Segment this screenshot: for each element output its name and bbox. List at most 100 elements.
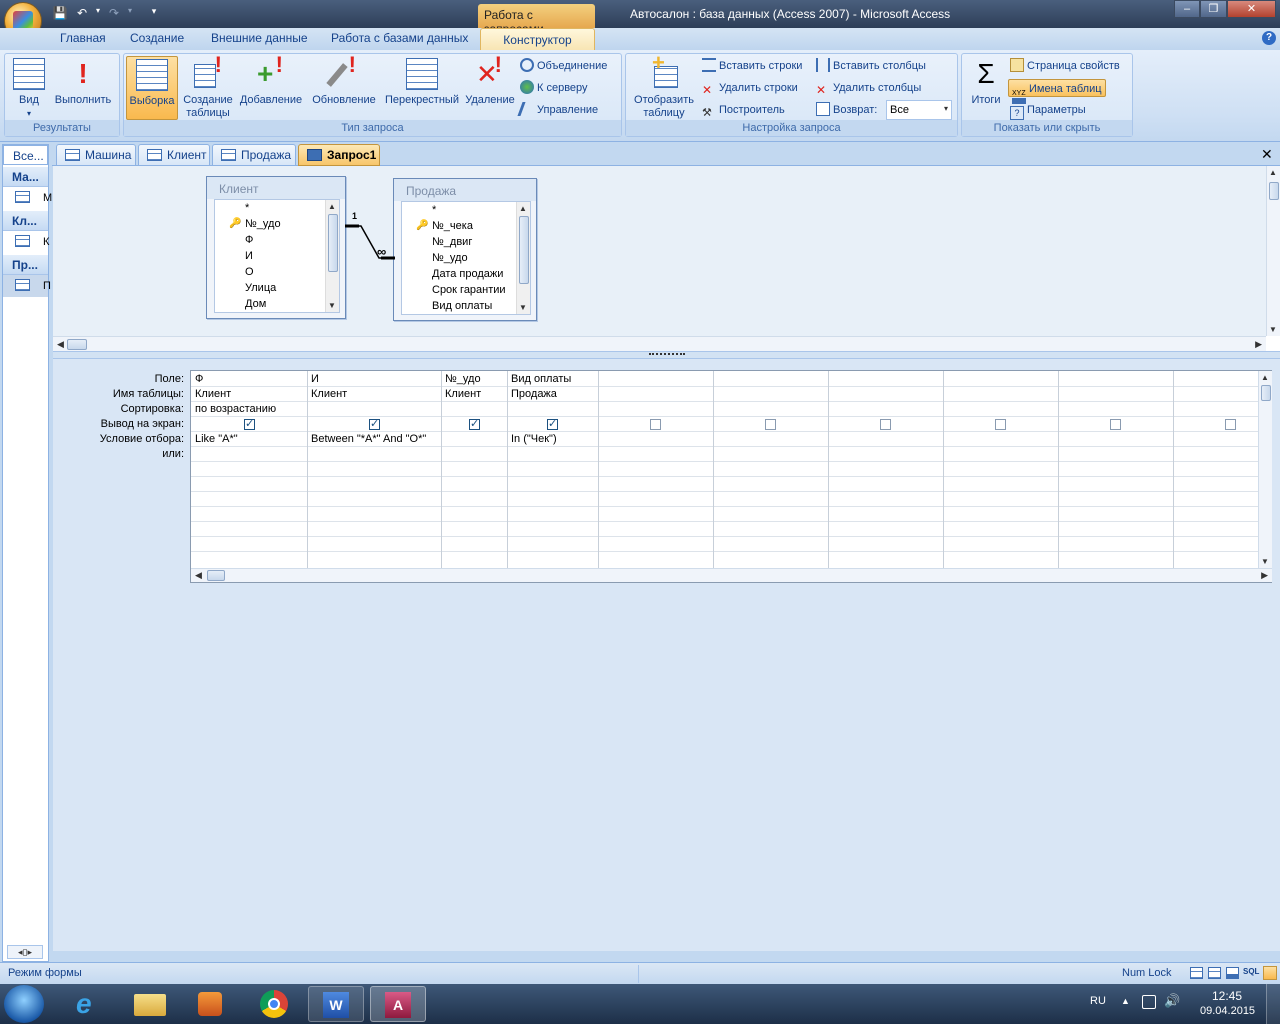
scroll-up-icon[interactable]: ▲ bbox=[1261, 373, 1269, 382]
cell-sort[interactable]: по возрастанию bbox=[192, 402, 307, 417]
cell-table[interactable]: Продажа bbox=[508, 387, 598, 402]
datasheet-view-icon[interactable] bbox=[1190, 967, 1203, 979]
field-item[interactable]: Срок гарантии bbox=[402, 282, 530, 298]
property-sheet-button[interactable]: Страница свойств bbox=[1010, 57, 1120, 75]
field-item[interactable]: Дата продажи bbox=[402, 266, 530, 282]
return-dropdown[interactable]: Все ▾ bbox=[886, 100, 952, 120]
show-checkbox[interactable] bbox=[995, 419, 1006, 430]
tab-database-tools[interactable]: Работа с базами данных bbox=[331, 31, 468, 45]
cell-sort[interactable] bbox=[308, 402, 441, 417]
tab-home[interactable]: Главная bbox=[60, 31, 106, 45]
nav-pane-scrollbar[interactable]: ◂▯▸ bbox=[7, 945, 43, 959]
nav-item-cars[interactable]: М bbox=[3, 187, 52, 209]
scroll-down-icon[interactable]: ▼ bbox=[519, 303, 527, 312]
save-icon[interactable]: 💾 bbox=[52, 6, 68, 22]
start-button-icon[interactable] bbox=[4, 985, 44, 1023]
scroll-thumb[interactable] bbox=[207, 570, 225, 581]
explorer-folder-icon[interactable] bbox=[122, 986, 178, 1022]
nav-item-clients[interactable]: К bbox=[3, 231, 49, 253]
scroll-up-icon[interactable]: ▲ bbox=[328, 202, 336, 211]
cell-field[interactable]: Ф bbox=[192, 372, 307, 387]
tab-external-data[interactable]: Внешние данные bbox=[211, 31, 308, 45]
cell-criteria[interactable] bbox=[442, 432, 507, 447]
chrome-icon[interactable] bbox=[246, 986, 302, 1022]
restore-button[interactable]: ❐ bbox=[1200, 0, 1227, 18]
redo-dropdown-icon[interactable]: ▾ bbox=[122, 6, 138, 22]
table-names-button[interactable]: XYZ Имена таблиц bbox=[1008, 79, 1106, 104]
scroll-down-icon[interactable]: ▼ bbox=[1269, 325, 1277, 334]
pane-splitter[interactable] bbox=[53, 351, 1280, 359]
doc-tab-cars[interactable]: Машина bbox=[56, 144, 136, 166]
word-icon[interactable]: W bbox=[308, 986, 364, 1022]
pivot-table-icon[interactable] bbox=[1208, 967, 1221, 979]
cell-table[interactable]: Клиент bbox=[308, 387, 441, 402]
qbe-grid[interactable]: Ф Клиент по возрастанию Like "A*" И Клие… bbox=[190, 370, 1272, 583]
table-pane-vscrollbar[interactable]: ▲ ▼ bbox=[1266, 166, 1280, 336]
tray-expand-icon[interactable]: ▲ bbox=[1121, 996, 1130, 1006]
undo-icon[interactable]: ↶ bbox=[74, 6, 90, 22]
parameters-button[interactable]: ? Параметры bbox=[1010, 101, 1086, 120]
volume-icon[interactable]: 🔊 bbox=[1164, 993, 1180, 1009]
customize-qat-icon[interactable]: ▾ bbox=[146, 6, 162, 22]
minimize-button[interactable]: – bbox=[1174, 0, 1200, 18]
design-view-icon[interactable] bbox=[1263, 966, 1277, 980]
cell-criteria[interactable]: Like "A*" bbox=[192, 432, 307, 447]
scroll-left-icon[interactable]: ◀ bbox=[195, 570, 202, 581]
tab-create[interactable]: Создание bbox=[130, 31, 184, 45]
nav-group-sales[interactable]: Пр... bbox=[3, 255, 48, 275]
cell-field[interactable]: Вид оплаты bbox=[508, 372, 598, 387]
clock-time[interactable]: 12:45 bbox=[1212, 989, 1242, 1003]
tab-design[interactable]: Конструктор bbox=[480, 28, 595, 52]
action-center-icon[interactable] bbox=[1142, 995, 1156, 1009]
field-item[interactable]: О bbox=[215, 264, 339, 280]
redo-icon[interactable]: ↷ bbox=[106, 6, 122, 22]
show-checkbox[interactable] bbox=[469, 417, 480, 430]
cell-criteria[interactable]: In ("Чек") bbox=[508, 432, 598, 447]
show-checkbox[interactable] bbox=[650, 419, 661, 430]
nav-group-cars[interactable]: Ма... bbox=[3, 167, 48, 187]
scroll-thumb[interactable] bbox=[328, 214, 338, 272]
field-list-scrollbar[interactable]: ▲ ▼ bbox=[325, 200, 339, 312]
field-item[interactable]: №_удо bbox=[402, 250, 530, 266]
show-checkbox[interactable] bbox=[880, 419, 891, 430]
cell-table[interactable]: Клиент bbox=[442, 387, 507, 402]
scroll-down-icon[interactable]: ▼ bbox=[1261, 557, 1269, 566]
field-item-key[interactable]: 🔑 №_удо bbox=[215, 216, 339, 232]
close-window-button[interactable]: ✕ bbox=[1227, 0, 1276, 18]
scroll-thumb[interactable] bbox=[519, 216, 529, 284]
field-item[interactable]: * bbox=[215, 200, 339, 216]
scroll-up-icon[interactable]: ▲ bbox=[1269, 168, 1277, 177]
field-item[interactable]: * bbox=[402, 202, 530, 218]
scroll-down-icon[interactable]: ▼ bbox=[328, 301, 336, 310]
delete-columns-button[interactable]: ✕ Удалить столбцы bbox=[816, 79, 921, 97]
table-pane-hscrollbar[interactable]: ◀ ▶ bbox=[53, 336, 1266, 351]
pivot-chart-icon[interactable] bbox=[1226, 967, 1239, 979]
doc-tab-sales[interactable]: Продажа bbox=[212, 144, 296, 166]
field-item[interactable]: Вид оплаты bbox=[402, 298, 530, 314]
field-list-clients[interactable]: Клиент * 🔑 №_удо Ф И О Улица Дом ▲ ▼ bbox=[206, 176, 346, 319]
field-item[interactable]: №_двиг bbox=[402, 234, 530, 250]
pass-through-button[interactable]: К серверу bbox=[520, 79, 588, 97]
doc-tab-query1[interactable]: Запрос1 bbox=[298, 144, 380, 166]
data-definition-button[interactable]: Управление bbox=[517, 101, 598, 119]
field-item[interactable]: Дом bbox=[215, 296, 339, 312]
scroll-up-icon[interactable]: ▲ bbox=[519, 204, 527, 213]
field-item[interactable]: Ф bbox=[215, 232, 339, 248]
update-query-button[interactable]: ! Обновление bbox=[308, 54, 380, 107]
select-query-button[interactable]: Выборка bbox=[126, 56, 178, 120]
field-item-key[interactable]: 🔑 №_чека bbox=[402, 218, 530, 234]
show-checkbox[interactable] bbox=[1225, 419, 1236, 430]
help-icon[interactable]: ? bbox=[1262, 31, 1276, 45]
delete-rows-button[interactable]: ✕ Удалить строки bbox=[702, 79, 798, 97]
show-checkbox[interactable] bbox=[547, 417, 558, 430]
totals-button[interactable]: Σ Итоги bbox=[964, 56, 1008, 107]
media-player-icon[interactable] bbox=[182, 986, 238, 1022]
qbe-vscrollbar[interactable]: ▲ ▼ bbox=[1258, 371, 1272, 568]
cell-field[interactable]: №_удо bbox=[442, 372, 507, 387]
append-query-button[interactable]: +! Добавление bbox=[236, 54, 306, 107]
qbe-hscrollbar[interactable]: ◀ ▶ bbox=[191, 568, 1272, 582]
sql-view-icon[interactable]: SQL bbox=[1243, 967, 1259, 976]
show-checkbox[interactable] bbox=[369, 417, 380, 430]
internet-explorer-icon[interactable]: e bbox=[62, 986, 118, 1022]
view-button[interactable]: Вид ▾ bbox=[7, 56, 51, 120]
